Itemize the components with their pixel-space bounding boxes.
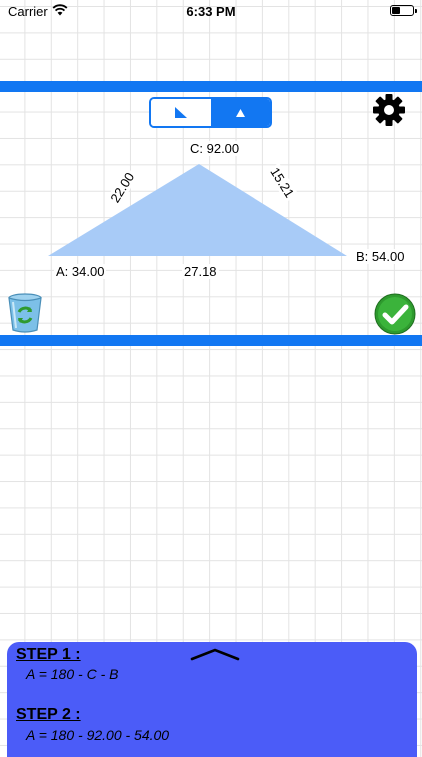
triangle-shape	[48, 164, 347, 256]
side-ab-label: 27.18	[182, 264, 219, 279]
triangle-drawing	[48, 164, 347, 256]
chevron-up-icon[interactable]	[190, 646, 240, 662]
angle-c-label: C: 92.00	[188, 141, 242, 156]
step-2-formula: A = 180 - 92.00 - 54.00	[26, 727, 170, 743]
step-1-formula: A = 180 - C - B	[26, 666, 119, 682]
step-1-title: STEP 1 :	[16, 646, 81, 663]
step-2-title: STEP 2 :	[16, 706, 81, 723]
checkmark-icon[interactable]	[374, 293, 416, 335]
angle-a-label: A: 34.00	[54, 264, 107, 279]
recycle-trash-icon[interactable]	[5, 292, 45, 334]
angle-b-label: B: 54.00	[354, 249, 407, 264]
